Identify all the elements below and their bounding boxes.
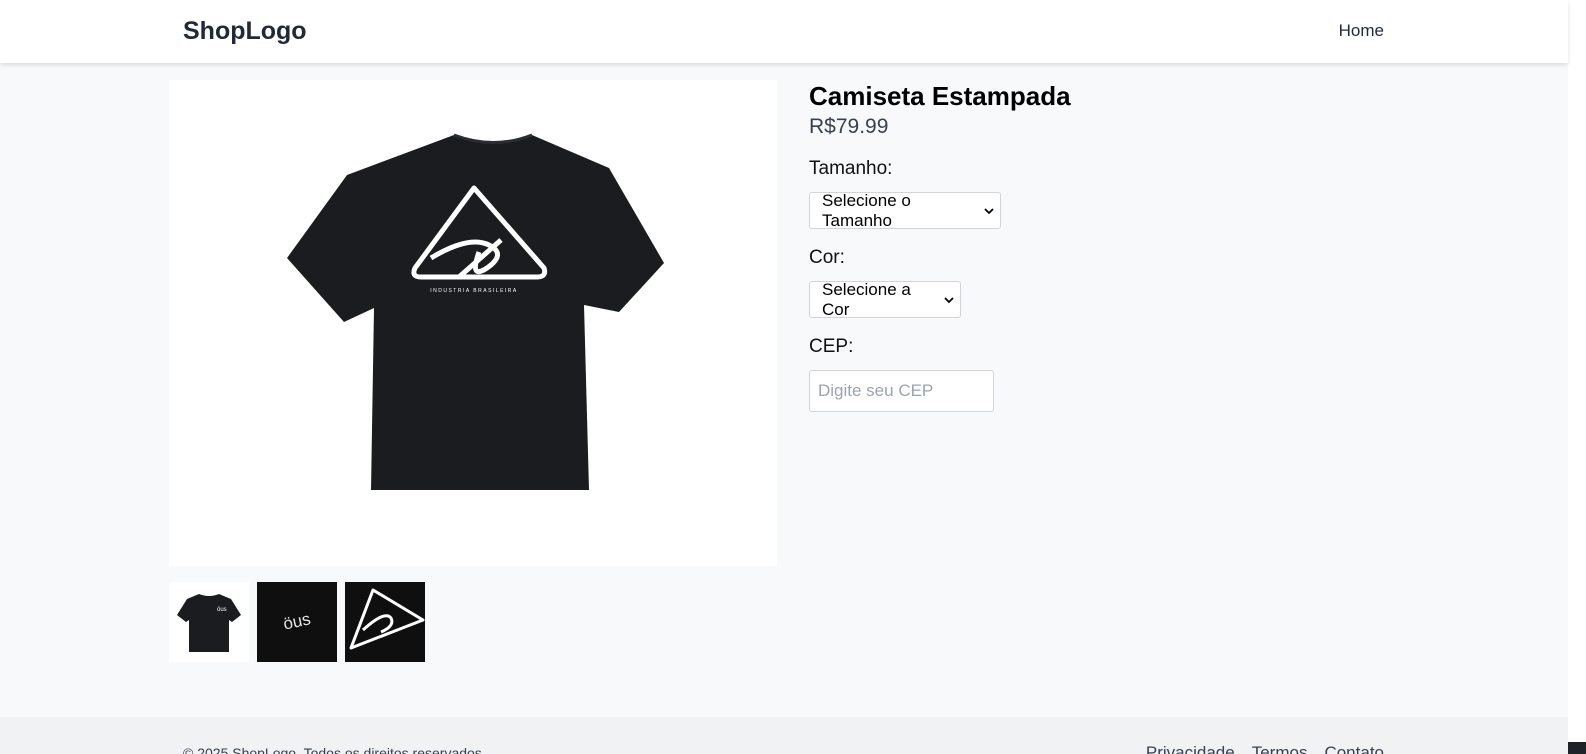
cep-label: CEP: [809,336,854,357]
thumbnail-logo[interactable]: öus [257,582,337,662]
footer-link-contact[interactable]: Contato [1324,743,1384,754]
chevron-down-icon [984,207,994,214]
footer-links: Privacidade Termos Contato [1146,743,1384,754]
vertical-scrollbar[interactable] [1568,0,1586,754]
tshirt-front-icon: öus [177,594,241,652]
size-select[interactable]: Selecione o Tamanho [809,190,1001,230]
thumbnail-front-text: öus [217,607,227,613]
thumbnail-front[interactable]: öus [169,582,249,662]
chevron-down-icon [944,296,954,303]
shop-logo[interactable]: ShopLogo [183,17,307,46]
size-label: Tamanho: [809,158,893,179]
tshirt-back-image: INDUSTRIA BRASILEIRA [287,133,664,490]
logo-closeup-icon: öus [282,609,313,633]
triangle-logo-closeup-icon [349,588,425,650]
size-select-value: Selecione o Tamanho [822,190,911,230]
cep-input[interactable] [809,370,994,412]
site-footer: © 2025 ShopLogo. Todos os direitos reser… [0,717,1568,754]
product-price: R$79.99 [809,115,889,138]
nav-home-link[interactable]: Home [1339,21,1384,41]
site-header: ShopLogo Home [0,0,1568,63]
color-select[interactable]: Selecione a Cor [809,279,961,319]
product-title: Camiseta Estampada [809,81,1071,111]
main-image-caption: INDUSTRIA BRASILEIRA [430,288,518,294]
product-main-image: INDUSTRIA BRASILEIRA [169,80,777,566]
footer-link-privacy[interactable]: Privacidade [1146,743,1235,754]
color-label: Cor: [809,247,845,268]
footer-link-terms[interactable]: Termos [1252,743,1308,754]
thumbnail-strip: öus öus [169,582,425,662]
window-corner [1568,742,1586,754]
copyright-text: © 2025 ShopLogo. Todos os direitos reser… [183,745,486,754]
thumbnail-logo-text: öus [282,609,313,633]
thumbnail-triangle[interactable] [345,582,425,662]
color-select-value: Selecione a Cor [822,279,911,319]
